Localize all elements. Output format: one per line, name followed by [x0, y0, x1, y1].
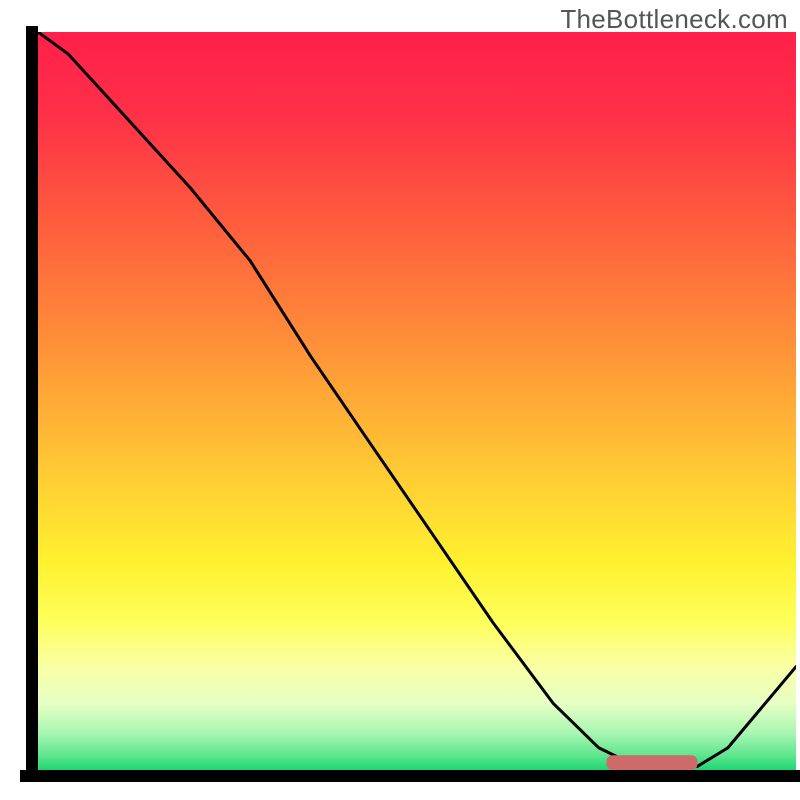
optimal-region-marker: [607, 755, 698, 770]
plot-background-gradient: [38, 32, 796, 770]
bottleneck-chart: [0, 0, 800, 800]
watermark-label: TheBottleneck.com: [560, 4, 788, 35]
chart-container: TheBottleneck.com: [0, 0, 800, 800]
